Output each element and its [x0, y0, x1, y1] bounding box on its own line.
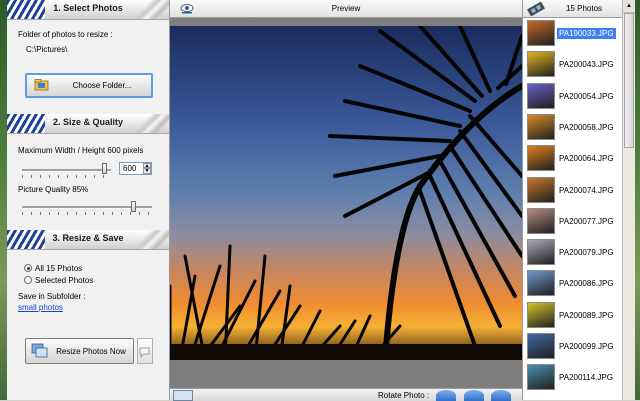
photo-filename: PA200099.JPG	[559, 342, 614, 351]
choose-folder-button[interactable]: Choose Folder...	[25, 73, 153, 98]
quality-slider-ticks	[22, 212, 152, 215]
photo-thumbnail[interactable]	[527, 176, 555, 203]
photo-thumbnail[interactable]	[527, 239, 555, 266]
resize-photos-label: Resize Photos Now	[56, 347, 126, 356]
folder-label: Folder of photos to resize :	[18, 30, 113, 39]
subfolder-label: Save in Subfolder :	[18, 292, 86, 301]
photo-thumbnail[interactable]	[527, 207, 555, 234]
photo-list-item[interactable]: PA200064.JPG	[523, 143, 623, 174]
photo-thumbnail[interactable]	[527, 333, 555, 359]
stepper-down-icon[interactable]: ▼	[143, 168, 151, 174]
preview-header: Preview	[170, 0, 522, 18]
photo-list-item[interactable]: PA200058.JPG	[523, 112, 623, 143]
selected-photos-label[interactable]: Selected Photos	[35, 276, 93, 285]
photo-thumbnail[interactable]	[527, 301, 555, 328]
photo-count: 15 Photos	[565, 4, 603, 13]
scroll-thumb[interactable]	[624, 13, 634, 148]
photo-list-item[interactable]: PA200089.JPG	[523, 300, 623, 331]
photo-thumbnail[interactable]	[527, 145, 555, 172]
speech-bubble-icon[interactable]	[137, 338, 153, 364]
photo-list-item[interactable]: PA200114.JPG	[523, 362, 623, 393]
photo-filename: PA190033.JPG	[557, 28, 616, 39]
photo-list-item[interactable]: PA200099.JPG	[523, 331, 623, 362]
photo-thumbnail[interactable]	[527, 82, 555, 109]
size-slider-track	[22, 169, 111, 172]
section-resize-save-header: 3. Resize & Save	[7, 230, 169, 250]
photo-list-scrollbar[interactable]: ▲	[622, 0, 635, 400]
resize-photos-icon	[31, 343, 48, 359]
choose-folder-label: Choose Folder...	[72, 81, 132, 90]
photo-filename: PA200079.JPG	[559, 248, 614, 258]
size-input-value: 600	[123, 164, 137, 173]
photo-filename: PA200086.JPG	[559, 279, 614, 289]
rotate-right-icon[interactable]	[464, 390, 484, 401]
scroll-up-icon[interactable]: ▲	[623, 0, 635, 13]
photo-list-item[interactable]: PA190033.JPG	[523, 18, 623, 49]
photo-filename: PA200043.JPG	[559, 60, 614, 70]
size-slider-ticks	[22, 175, 111, 178]
section-select-photos-header: 1. Select Photos	[7, 0, 169, 20]
size-stepper[interactable]: ▲ ▼	[143, 163, 151, 174]
quality-slider-thumb[interactable]	[130, 201, 136, 212]
photo-list-panel: 15 Photos PA190033.JPG PA200043.JPG PA2000…	[522, 0, 623, 400]
max-size-label: Maximum Width / Height 600 pixels	[18, 146, 144, 155]
photo-list-item[interactable]: PA200079.JPG	[523, 237, 623, 268]
film-strip-icon	[527, 1, 545, 17]
desktop-edge-left	[0, 0, 7, 400]
photo-list-header: 15 Photos	[523, 0, 623, 18]
size-slider-thumb[interactable]	[101, 163, 107, 174]
resize-photos-button[interactable]: Resize Photos Now	[25, 338, 134, 364]
folder-path: C:\Pictures\	[26, 45, 68, 54]
section-title: 3. Resize & Save	[52, 233, 124, 243]
section-title: 2. Size & Quality	[52, 117, 124, 127]
photo-filename: PA200058.JPG	[559, 122, 614, 132]
settings-panel: 1. Select Photos Folder of photos to res…	[7, 0, 170, 400]
photo-list-item[interactable]: PA200074.JPG	[523, 175, 623, 206]
subfolder-link[interactable]: small photos	[18, 303, 63, 312]
photo-thumbnail[interactable]	[527, 51, 555, 78]
section-title: 1. Select Photos	[53, 3, 123, 13]
preview-toolbar: Rotate Photo :	[170, 388, 522, 401]
photo-list-item[interactable]: PA200054.JPG	[523, 81, 623, 112]
photo-filename: PA200064.JPG	[559, 154, 614, 164]
photo-list-item[interactable]: PA200043.JPG	[523, 49, 623, 80]
preview-title: Preview	[331, 4, 361, 13]
photo-filename: PA200114.JPG	[559, 373, 613, 383]
section-size-quality-header: 2. Size & Quality	[7, 114, 169, 134]
all-photos-label[interactable]: All 15 Photos	[35, 264, 82, 273]
photo-thumbnail[interactable]	[527, 113, 555, 140]
rotate-180-icon[interactable]	[491, 390, 511, 401]
photo-filename: PA200074.JPG	[559, 185, 614, 195]
photo-list-item[interactable]: PA200086.JPG	[523, 268, 623, 299]
preview-pane: Preview Rotate Photo:	[170, 0, 522, 401]
photo-thumbnail[interactable]	[527, 364, 555, 391]
photo-filename: PA200054.JPG	[559, 91, 614, 101]
preview-photo	[170, 26, 522, 360]
selected-photos-radio[interactable]	[24, 276, 32, 284]
photo-thumbnail[interactable]	[527, 270, 555, 297]
quality-label: Picture Quality 85%	[18, 185, 89, 194]
photo-filename: PA200077.JPG	[559, 216, 614, 226]
photo-list-item[interactable]: PA200077.JPG	[523, 206, 623, 237]
photo-thumbnail-icon[interactable]	[173, 390, 193, 401]
all-photos-radio[interactable]	[24, 264, 32, 272]
palm-silhouette	[170, 26, 522, 360]
folder-icon	[34, 78, 49, 92]
rotate-label: Rotate Photo :	[378, 391, 430, 400]
rotate-left-icon[interactable]	[436, 390, 456, 401]
photo-filename: PA200089.JPG	[559, 310, 614, 320]
photo-thumbnail[interactable]	[527, 20, 555, 46]
